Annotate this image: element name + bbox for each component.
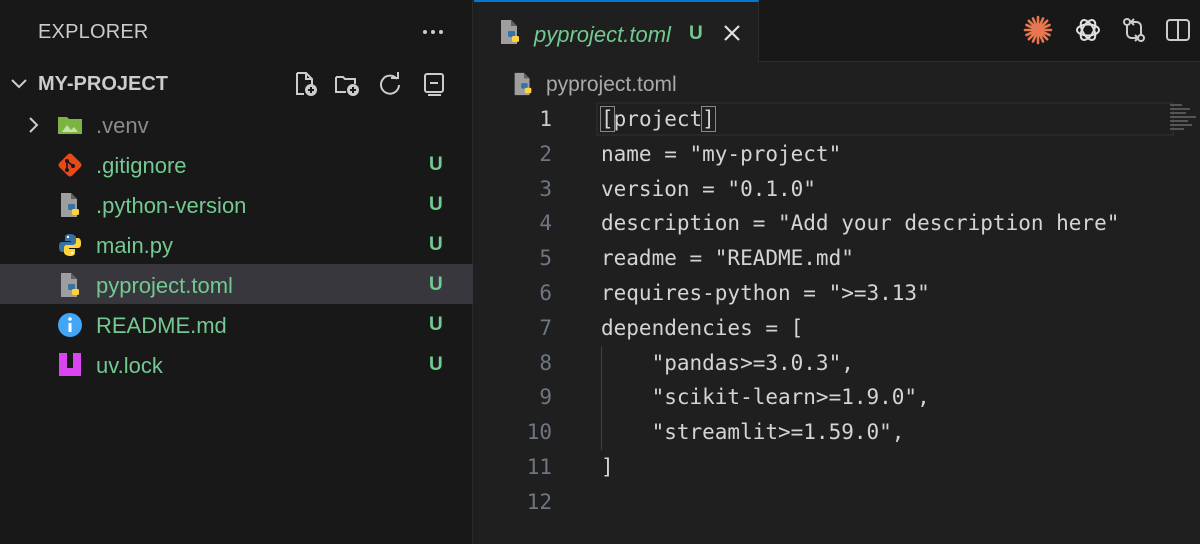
python-file-icon (501, 20, 519, 44)
line-number: 2 (539, 141, 552, 166)
compare-icon[interactable] (1116, 12, 1152, 48)
tree-item-venv[interactable]: .venv (0, 104, 473, 144)
line-number: 1 (539, 107, 552, 131)
editor-area: pyproject.toml U pyproject.toml 1 [proje… (474, 0, 1200, 544)
new-folder-icon[interactable] (331, 68, 363, 100)
python-file-icon (61, 193, 79, 217)
folder-icon (58, 117, 82, 134)
tree-item-label: .gitignore (96, 153, 187, 178)
python-file-icon (514, 72, 532, 96)
line-number: 10 (526, 420, 552, 445)
line-number: 4 (539, 211, 552, 236)
tree-item-main-py[interactable]: main.py U (0, 224, 473, 264)
git-icon (58, 153, 82, 177)
untracked-badge: U (429, 234, 443, 255)
untracked-badge: U (429, 194, 443, 215)
close-icon[interactable] (718, 19, 746, 47)
tree-item-label: .venv (96, 113, 149, 138)
tab-label: pyproject.toml (534, 22, 671, 47)
line-number: 11 (526, 454, 552, 479)
openai-icon[interactable] (1070, 12, 1106, 48)
code-line: 1 [project] (474, 102, 1200, 137)
tree-item-label: pyproject.toml (96, 273, 233, 298)
explorer-sidebar: EXPLORER MY-PROJECT .venv .gitignore U .… (0, 0, 473, 544)
untracked-badge: U (429, 314, 443, 335)
line-number: 12 (526, 489, 552, 514)
line-number: 7 (539, 315, 552, 340)
tree-item-label: main.py (96, 233, 174, 258)
line-number: 9 (539, 385, 552, 410)
code-line: 3 version = "0.1.0" (474, 172, 1200, 207)
line-text: readme = "README.md" (601, 246, 854, 271)
line-number: 8 (539, 350, 552, 375)
line-text: version = "0.1.0" (601, 176, 816, 201)
line-text: dependencies = [ (601, 315, 804, 340)
info-icon (58, 313, 82, 337)
tree-item-python-version[interactable]: .python-version U (0, 184, 473, 224)
line-text: ] (601, 454, 614, 479)
tab-bar: pyproject.toml U (474, 0, 1200, 63)
tab-pyproject-toml[interactable]: pyproject.toml U (474, 0, 759, 63)
explorer-title: EXPLORER (38, 21, 149, 43)
line-number: 5 (539, 246, 552, 271)
code-line: 2 name = "my-project" (474, 137, 1200, 172)
project-name: MY-PROJECT (38, 73, 169, 95)
code-line: 4 description = "Add your description he… (474, 206, 1200, 241)
code-line: 12 (474, 485, 1200, 520)
tree-item-label: .python-version (96, 193, 247, 218)
line-text: description = "Add your description here… (601, 211, 1120, 236)
split-editor-icon[interactable] (1160, 12, 1196, 48)
line-text: "scikit-learn>=1.9.0", (601, 385, 930, 410)
tree-item-pyproject-toml[interactable]: pyproject.toml U (0, 264, 473, 304)
tree-item-label: README.md (96, 313, 227, 338)
code-line: 7 dependencies = [ (474, 311, 1200, 346)
breadcrumb-label: pyproject.toml (546, 73, 677, 96)
more-actions-icon[interactable] (418, 14, 448, 50)
python-file-icon (61, 273, 79, 297)
code-line: 9 "scikit-learn>=1.9.0", (474, 380, 1200, 416)
line-number: 3 (539, 176, 552, 201)
code-editor[interactable]: 1 [project] 2 name = "my-project" 3 vers… (474, 102, 1200, 520)
line-text: [project] (600, 106, 716, 132)
line-number: 6 (539, 280, 552, 305)
code-line: 5 readme = "README.md" (474, 241, 1200, 276)
minimap[interactable] (1170, 102, 1200, 142)
line-text: "pandas>=3.0.3", (601, 350, 854, 375)
chevron-right-icon[interactable] (22, 114, 44, 136)
file-tree: .venv .gitignore U .python-version U mai… (0, 104, 473, 384)
refresh-icon[interactable] (374, 68, 406, 100)
project-header[interactable]: MY-PROJECT (0, 64, 473, 102)
code-line: 8 "pandas>=3.0.3", (474, 345, 1200, 381)
untracked-badge: U (429, 354, 443, 375)
editor-actions (1000, 12, 1200, 52)
code-line: 11 ] (474, 450, 1200, 485)
python-icon (59, 234, 81, 256)
chevron-down-icon[interactable] (8, 72, 30, 94)
code-line: 6 requires-python = ">=3.13" (474, 276, 1200, 311)
uv-icon (59, 353, 81, 376)
new-file-icon[interactable] (289, 68, 321, 100)
tree-item-readme[interactable]: README.md U (0, 304, 473, 344)
line-text: "streamlit>=1.59.0", (601, 420, 905, 445)
line-text: requires-python = ">=3.13" (601, 280, 930, 305)
untracked-badge: U (689, 23, 703, 44)
line-text: name = "my-project" (601, 141, 842, 166)
explorer-header: EXPLORER (0, 0, 472, 64)
tree-item-uv-lock[interactable]: uv.lock U (0, 344, 473, 384)
code-line: 10 "streamlit>=1.59.0", (474, 415, 1200, 450)
claude-icon[interactable] (1020, 12, 1056, 48)
untracked-badge: U (429, 274, 443, 295)
tree-item-gitignore[interactable]: .gitignore U (0, 144, 473, 184)
collapse-all-icon[interactable] (418, 68, 450, 100)
tree-item-label: uv.lock (96, 353, 163, 378)
untracked-badge: U (429, 154, 443, 175)
